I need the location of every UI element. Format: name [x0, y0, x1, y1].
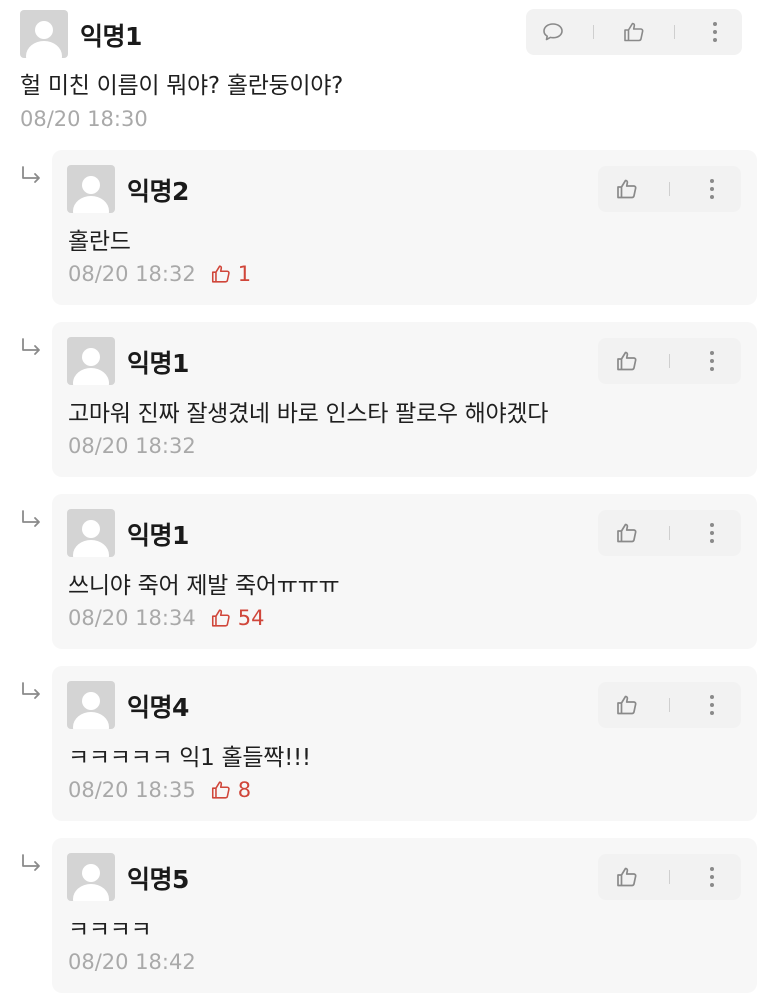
reply-item: 익명2 홀란드 08/20 18:32 1 [52, 150, 757, 305]
like-button[interactable] [612, 518, 642, 548]
like-button[interactable] [612, 690, 642, 720]
reply-time: 08/20 18:32 [68, 262, 196, 286]
reply-action-bar [598, 338, 741, 384]
vote-count-value: 54 [237, 606, 265, 630]
reply-action-bar [598, 854, 741, 900]
vote-count: 8 [210, 778, 251, 802]
like-button[interactable] [612, 174, 642, 204]
reply-item: 익명1 쓰니야 죽어 제발 죽어ㅠㅠㅠ 08/20 18:34 54 [52, 494, 757, 649]
reply-arrow-icon [20, 681, 42, 707]
reply-arrow-icon [20, 509, 42, 535]
thumbs-up-icon [616, 179, 637, 199]
like-button[interactable] [612, 346, 642, 376]
thumbs-up-icon [616, 523, 637, 543]
reply-action-bar [598, 510, 741, 556]
avatar[interactable] [67, 165, 115, 213]
speech-bubble-icon [543, 23, 564, 41]
reply-item: 익명5 ㅋㅋㅋㅋ 08/20 18:42 [52, 838, 757, 993]
reply-arrow-icon [20, 853, 42, 879]
vertical-dots-icon [710, 179, 715, 199]
reply-author[interactable]: 익명5 [127, 860, 189, 896]
reply-meta: 08/20 18:42 [68, 950, 196, 974]
reply-arrow-icon [20, 337, 42, 363]
reply-meta: 08/20 18:32 1 [68, 262, 251, 286]
avatar[interactable] [67, 853, 115, 901]
vertical-dots-icon [712, 22, 717, 42]
reply-author[interactable]: 익명1 [127, 516, 189, 552]
vertical-dots-icon [710, 523, 715, 543]
vote-count: 1 [210, 262, 251, 286]
reply-meta: 08/20 18:32 [68, 434, 196, 458]
more-button[interactable] [700, 17, 730, 47]
reply-time: 08/20 18:42 [68, 950, 196, 974]
reply-text: ㅋㅋㅋㅋ [68, 917, 152, 943]
vertical-dots-icon [710, 351, 715, 371]
like-button[interactable] [612, 862, 642, 892]
reply-author[interactable]: 익명2 [127, 172, 189, 208]
more-button[interactable] [697, 862, 727, 892]
reply-time: 08/20 18:32 [68, 434, 196, 458]
comment-action-bar [526, 9, 742, 55]
reply-arrow-icon [20, 165, 42, 191]
reply-author[interactable]: 익명1 [127, 344, 189, 380]
reply-text: ㅋㅋㅋㅋㅋ 익1 홀들짝!!! [68, 745, 311, 771]
reply-comment-button[interactable] [538, 17, 568, 47]
more-button[interactable] [697, 690, 727, 720]
avatar[interactable] [67, 337, 115, 385]
avatar[interactable] [67, 681, 115, 729]
avatar[interactable] [67, 509, 115, 557]
avatar[interactable] [20, 10, 68, 58]
reply-text: 홀란드 [68, 229, 131, 255]
reply-text: 고마워 진짜 잘생겼네 바로 인스타 팔로우 해야겠다 [68, 401, 549, 427]
reply-text: 쓰니야 죽어 제발 죽어ㅠㅠㅠ [68, 573, 340, 599]
reply-action-bar [598, 166, 741, 212]
more-button[interactable] [697, 518, 727, 548]
reply-item: 익명4 ㅋㅋㅋㅋㅋ 익1 홀들짝!!! 08/20 18:35 8 [52, 666, 757, 821]
reply-time: 08/20 18:35 [68, 778, 196, 802]
reply-meta: 08/20 18:35 8 [68, 778, 251, 802]
reply-author[interactable]: 익명4 [127, 688, 189, 724]
reply-time: 08/20 18:34 [68, 606, 196, 630]
comment-meta: 08/20 18:30 [20, 107, 148, 131]
more-button[interactable] [697, 174, 727, 204]
thumbs-up-icon [616, 867, 637, 887]
thumbs-up-icon [624, 22, 644, 42]
vertical-dots-icon [710, 867, 715, 887]
comment-author[interactable]: 익명1 [80, 17, 142, 53]
thumbs-up-icon [211, 781, 230, 799]
reply-meta: 08/20 18:34 54 [68, 606, 264, 630]
thumbs-up-icon [211, 609, 230, 627]
like-button[interactable] [619, 17, 649, 47]
thumbs-up-icon [616, 351, 637, 371]
vote-count-value: 1 [237, 262, 252, 286]
vertical-dots-icon [710, 695, 715, 715]
thumbs-up-icon [211, 265, 230, 283]
comment-time: 08/20 18:30 [20, 107, 148, 131]
thumbs-up-icon [616, 695, 637, 715]
comment-text: 헐 미친 이름이 뭐야? 홀란둥이야? [20, 73, 344, 99]
reply-item: 익명1 고마워 진짜 잘생겼네 바로 인스타 팔로우 해야겠다 08/20 18:3… [52, 322, 757, 477]
reply-action-bar [598, 682, 741, 728]
more-button[interactable] [697, 346, 727, 376]
vote-count: 54 [210, 606, 265, 630]
vote-count-value: 8 [237, 778, 252, 802]
